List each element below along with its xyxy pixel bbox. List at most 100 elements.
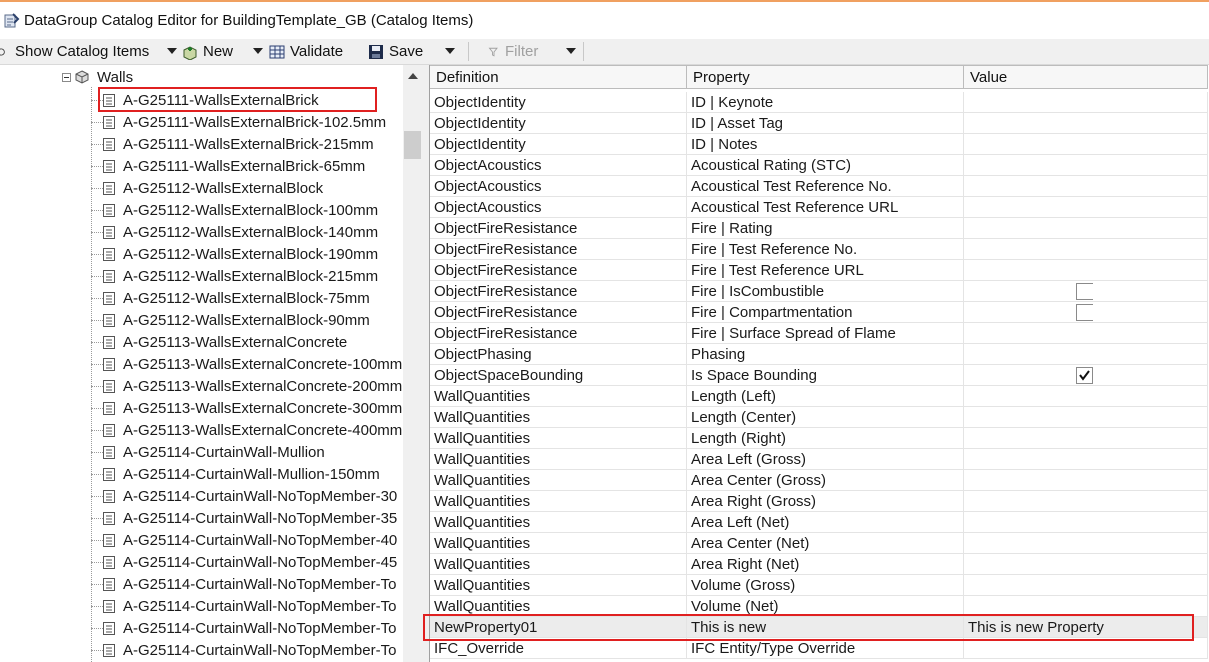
table-row[interactable]: ObjectIdentity ID | Keynote xyxy=(430,92,1208,113)
value-cell[interactable] xyxy=(964,134,1208,155)
table-row[interactable]: WallQuantities Length (Left) xyxy=(430,386,1208,407)
value-cell[interactable] xyxy=(964,491,1208,512)
property-cell[interactable]: Acoustical Test Reference URL xyxy=(687,197,964,218)
value-cell[interactable] xyxy=(964,218,1208,239)
value-cell[interactable] xyxy=(964,428,1208,449)
table-row[interactable]: WallQuantities Length (Right) xyxy=(430,428,1208,449)
definition-cell[interactable]: ObjectFireResistance xyxy=(430,239,687,260)
tree-item[interactable]: A-G25112-WallsExternalBlock-215mm xyxy=(91,265,378,287)
tree-item[interactable]: A-G25114-CurtainWall-NoTopMember-45 xyxy=(91,551,397,573)
tree-item[interactable]: A-G25112-WallsExternalBlock-140mm xyxy=(91,221,378,243)
tree-item[interactable]: A-G25113-WallsExternalConcrete-400mm xyxy=(91,419,402,441)
tree-item[interactable]: A-G25114-CurtainWall-Mullion-150mm xyxy=(91,463,380,485)
table-row[interactable]: WallQuantities Area Left (Net) xyxy=(430,512,1208,533)
value-cell[interactable] xyxy=(964,239,1208,260)
tree-item[interactable]: A-G25114-CurtainWall-Mullion xyxy=(91,441,325,463)
tree-item[interactable]: A-G25111-WallsExternalBrick-215mm xyxy=(91,133,374,155)
checkbox[interactable] xyxy=(1076,283,1093,300)
definition-cell[interactable]: ObjectIdentity xyxy=(430,113,687,134)
property-cell[interactable]: Fire | Test Reference URL xyxy=(687,260,964,281)
validate-button[interactable]: Validate xyxy=(269,39,343,64)
tree-item[interactable]: A-G25113-WallsExternalConcrete-100mm xyxy=(91,353,402,375)
scroll-up-arrow[interactable] xyxy=(408,73,418,79)
property-cell[interactable]: Acoustical Test Reference No. xyxy=(687,176,964,197)
tree-item[interactable]: A-G25113-WallsExternalConcrete xyxy=(91,331,347,353)
collapse-toggle[interactable] xyxy=(62,72,71,82)
property-cell[interactable]: ID | Notes xyxy=(687,134,964,155)
definition-cell[interactable]: IFC_Override xyxy=(430,638,687,659)
definition-cell[interactable]: ObjectAcoustics xyxy=(430,155,687,176)
property-cell[interactable]: Area Left (Net) xyxy=(687,512,964,533)
definition-cell[interactable]: ObjectAcoustics xyxy=(430,197,687,218)
property-cell[interactable]: Length (Center) xyxy=(687,407,964,428)
table-row[interactable]: WallQuantities Area Right (Net) xyxy=(430,554,1208,575)
value-cell[interactable] xyxy=(964,407,1208,428)
value-cell[interactable] xyxy=(964,554,1208,575)
table-row[interactable]: WallQuantities Volume (Gross) xyxy=(430,575,1208,596)
definition-cell[interactable]: WallQuantities xyxy=(430,533,687,554)
definition-cell[interactable]: WallQuantities xyxy=(430,428,687,449)
tree-item[interactable]: A-G25112-WallsExternalBlock xyxy=(91,177,323,199)
table-row[interactable]: WallQuantities Area Left (Gross) xyxy=(430,449,1208,470)
value-cell[interactable] xyxy=(964,470,1208,491)
property-cell[interactable]: Length (Left) xyxy=(687,386,964,407)
column-header-value[interactable]: Value xyxy=(964,65,1208,89)
definition-cell[interactable]: ObjectFireResistance xyxy=(430,260,687,281)
definition-cell[interactable]: ObjectFireResistance xyxy=(430,281,687,302)
table-row[interactable]: WallQuantities Area Center (Net) xyxy=(430,533,1208,554)
definition-cell[interactable]: WallQuantities xyxy=(430,449,687,470)
tree-node-walls[interactable]: Walls xyxy=(62,67,133,87)
table-row[interactable]: ObjectFireResistance Fire | Rating xyxy=(430,218,1208,239)
property-cell[interactable]: Fire | Test Reference No. xyxy=(687,239,964,260)
property-cell[interactable]: Length (Right) xyxy=(687,428,964,449)
tree-item[interactable]: A-G25111-WallsExternalBrick-65mm xyxy=(91,155,365,177)
property-cell[interactable]: Fire | IsCombustible xyxy=(687,281,964,302)
property-cell[interactable]: Phasing xyxy=(687,344,964,365)
new-dropdown-arrow[interactable] xyxy=(253,48,263,54)
property-cell[interactable]: IFC Entity/Type Override xyxy=(687,638,964,659)
definition-cell[interactable]: WallQuantities xyxy=(430,575,687,596)
column-header-property[interactable]: Property xyxy=(687,65,964,89)
table-row[interactable]: ObjectFireResistance Fire | Test Referenc… xyxy=(430,239,1208,260)
column-header-definition[interactable]: Definition xyxy=(430,65,687,89)
tree-item[interactable]: A-G25114-CurtainWall-NoTopMember-To xyxy=(91,617,396,639)
tree-item[interactable]: A-G25112-WallsExternalBlock-75mm xyxy=(91,287,370,309)
definition-cell[interactable]: WallQuantities xyxy=(430,512,687,533)
table-row[interactable]: ObjectIdentity ID | Asset Tag xyxy=(430,113,1208,134)
definition-cell[interactable]: ObjectFireResistance xyxy=(430,302,687,323)
value-cell[interactable] xyxy=(964,344,1208,365)
tree-item[interactable]: A-G25114-CurtainWall-NoTopMember-40 xyxy=(91,529,397,551)
tree-item[interactable]: A-G25112-WallsExternalBlock-190mm xyxy=(91,243,378,265)
property-cell[interactable]: Fire | Rating xyxy=(687,218,964,239)
value-cell[interactable] xyxy=(964,176,1208,197)
property-cell[interactable]: Area Left (Gross) xyxy=(687,449,964,470)
table-row[interactable]: ObjectFireResistance Fire | Surface Sprea… xyxy=(430,323,1208,344)
table-row[interactable]: ObjectFireResistance Fire | Compartmentat… xyxy=(430,302,1208,323)
definition-cell[interactable]: ObjectIdentity xyxy=(430,134,687,155)
value-cell[interactable] xyxy=(964,92,1208,113)
tree-item[interactable]: A-G25113-WallsExternalConcrete-200mm xyxy=(91,375,402,397)
table-row[interactable]: ObjectPhasing Phasing xyxy=(430,344,1208,365)
tree-item[interactable]: A-G25114-CurtainWall-NoTopMember-To xyxy=(91,639,396,661)
new-button[interactable]: New xyxy=(182,39,233,64)
save-dropdown-arrow[interactable] xyxy=(445,48,455,54)
scrollbar-thumb[interactable] xyxy=(404,131,421,159)
tree-item[interactable]: A-G25114-CurtainWall-NoTopMember-To xyxy=(91,595,396,617)
table-row[interactable]: ObjectSpaceBounding Is Space Bounding xyxy=(430,365,1208,386)
value-cell[interactable] xyxy=(964,512,1208,533)
checkbox[interactable] xyxy=(1076,304,1093,321)
table-row[interactable]: WallQuantities Length (Center) xyxy=(430,407,1208,428)
property-cell[interactable]: Area Center (Gross) xyxy=(687,470,964,491)
property-cell[interactable]: Area Center (Net) xyxy=(687,533,964,554)
filter-dropdown-arrow[interactable] xyxy=(566,48,576,54)
value-cell[interactable] xyxy=(964,323,1208,344)
panel-splitter[interactable] xyxy=(422,65,429,662)
value-cell[interactable] xyxy=(964,386,1208,407)
tree-item[interactable]: A-G25114-CurtainWall-NoTopMember-30 xyxy=(91,485,397,507)
definition-cell[interactable]: ObjectAcoustics xyxy=(430,176,687,197)
value-cell[interactable] xyxy=(964,575,1208,596)
definition-cell[interactable]: WallQuantities xyxy=(430,554,687,575)
tree-item[interactable]: A-G25114-CurtainWall-NoTopMember-35 xyxy=(91,507,397,529)
property-cell[interactable]: Area Right (Gross) xyxy=(687,491,964,512)
property-cell[interactable]: Fire | Compartmentation xyxy=(687,302,964,323)
